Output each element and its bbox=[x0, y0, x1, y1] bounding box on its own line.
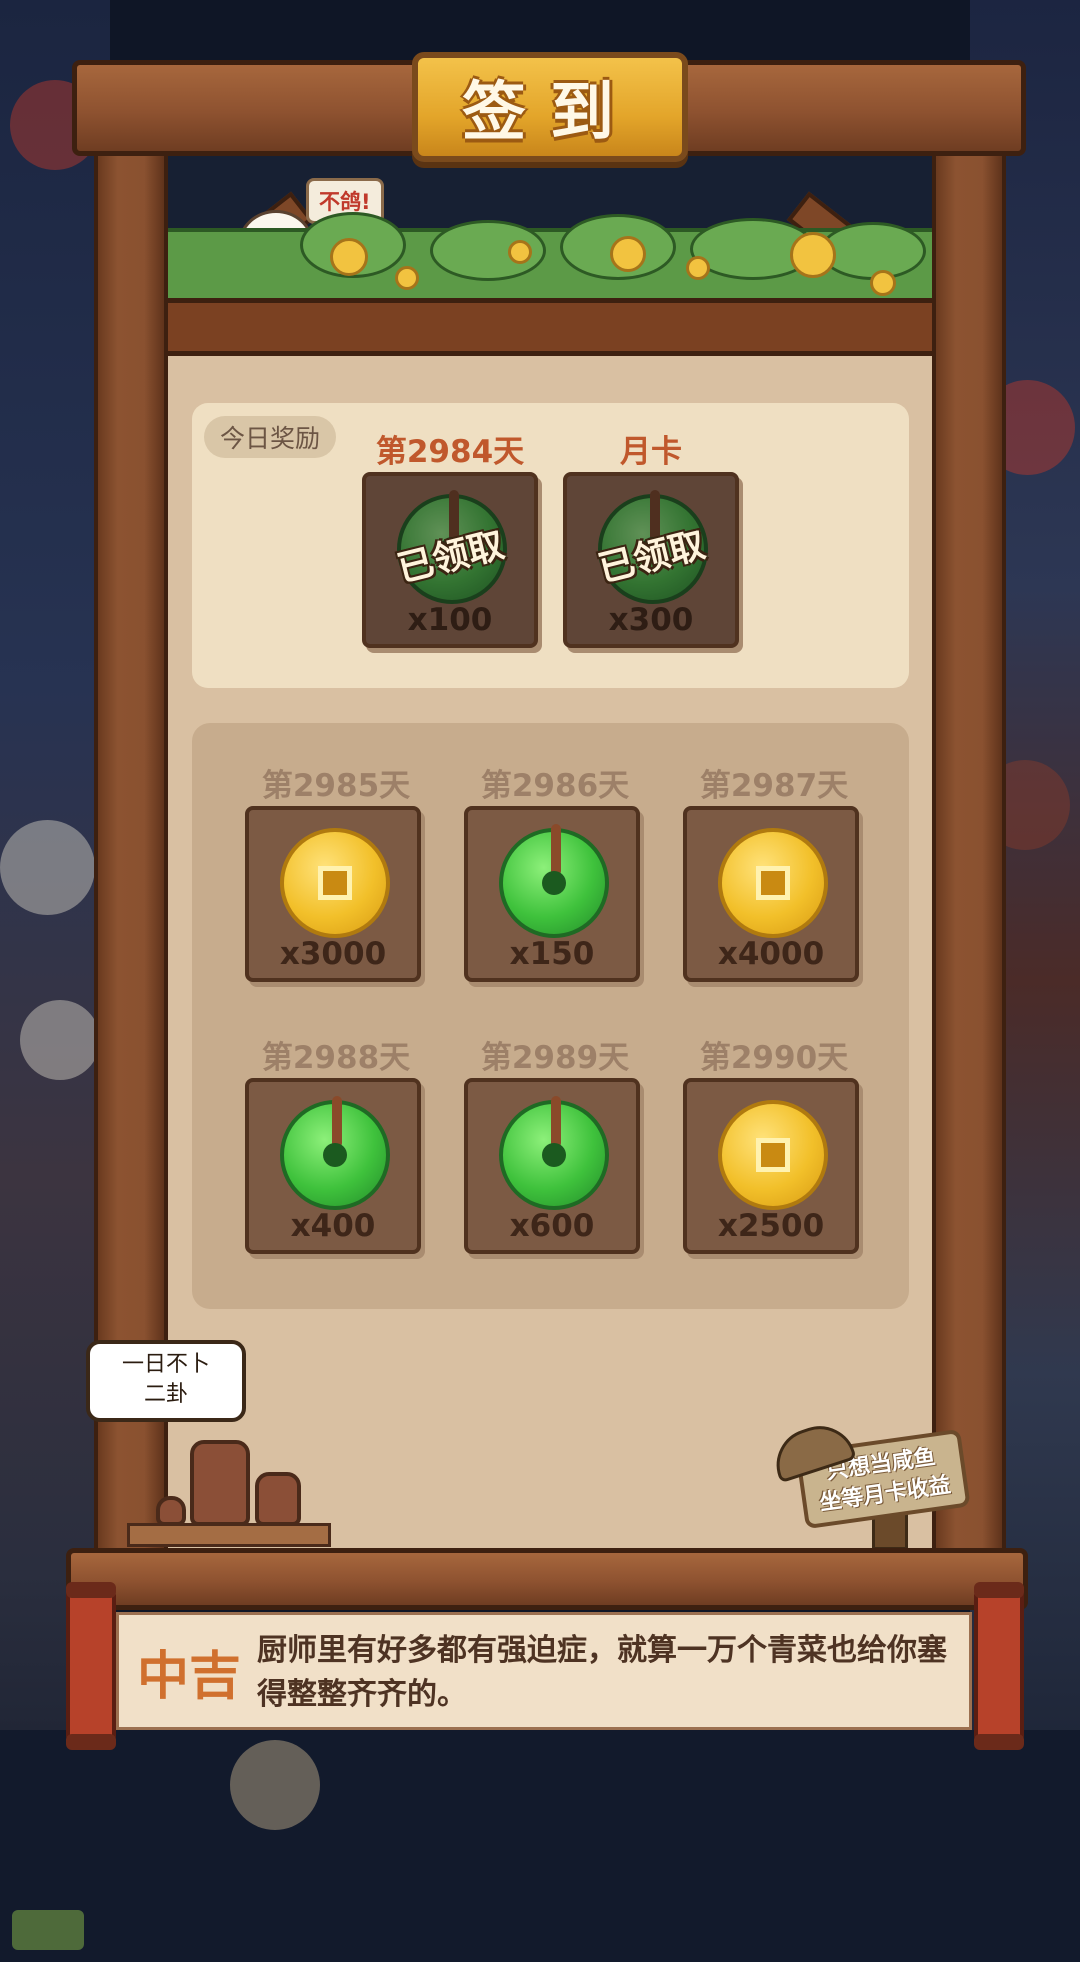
title-plate: 签到 bbox=[412, 52, 688, 162]
day-label: 第2986天 bbox=[480, 768, 630, 804]
day-reward-card[interactable]: x3000 bbox=[245, 806, 421, 982]
jade-cord bbox=[551, 824, 561, 876]
day-reward-card[interactable]: x4000 bbox=[683, 806, 859, 982]
page-title: 签到 bbox=[462, 76, 638, 150]
reward-amount: x400 bbox=[290, 1208, 376, 1244]
day-reward-card[interactable]: x600 bbox=[464, 1078, 640, 1254]
reward-amount: x2500 bbox=[717, 1208, 825, 1244]
fortune-level: 中吉 bbox=[137, 1646, 242, 1707]
jade-icon bbox=[499, 1096, 609, 1210]
jade-icon bbox=[280, 1096, 390, 1210]
coin-icon bbox=[718, 828, 828, 938]
day-reward-card[interactable]: x150 bbox=[464, 806, 640, 982]
shelf bbox=[127, 1523, 331, 1547]
monthly-card-label: 月卡 bbox=[620, 434, 682, 470]
day-label: 第2989天 bbox=[480, 1040, 630, 1076]
background-button[interactable] bbox=[12, 1910, 84, 1950]
fortune-text: 厨师里有好多都有强迫症，就算一万个青菜也给你塞得整整齐齐的。 bbox=[257, 1633, 947, 1712]
jar-icon bbox=[255, 1472, 301, 1526]
jade-hole bbox=[542, 1143, 566, 1167]
today-badge: 今日奖励 bbox=[204, 416, 337, 458]
day-label: 第2988天 bbox=[261, 1040, 411, 1076]
reward-amount: x4000 bbox=[717, 936, 825, 972]
frame-lintel bbox=[165, 298, 935, 356]
frame-bottom-beam bbox=[66, 1548, 1028, 1610]
hedge-bump bbox=[820, 222, 926, 280]
frame-post-right bbox=[932, 148, 1006, 1568]
reward-amount: x600 bbox=[509, 1208, 595, 1244]
scroll-cap-left bbox=[66, 1582, 116, 1750]
background-blob bbox=[230, 1740, 320, 1830]
fortune-banner: 中吉 厨师里有好多都有强迫症，就算一万个青菜也给你塞得整整齐齐的。 bbox=[116, 1612, 972, 1730]
day-label: 第2987天 bbox=[699, 768, 849, 804]
day-reward-card[interactable]: x2500 bbox=[683, 1078, 859, 1254]
background-scene-bottom bbox=[0, 1730, 1080, 1962]
day-label: 第2985天 bbox=[261, 768, 411, 804]
divination-line1: 一日不卜 bbox=[121, 1352, 210, 1377]
coin-hole bbox=[318, 866, 352, 900]
jade-cord bbox=[551, 1096, 561, 1148]
jade-icon bbox=[499, 824, 609, 938]
coin-icon bbox=[280, 828, 390, 938]
flower-icon bbox=[686, 256, 710, 280]
coin-hole bbox=[756, 1138, 790, 1172]
flower-icon bbox=[610, 236, 646, 272]
coin-hole bbox=[756, 866, 790, 900]
reward-amount: x100 bbox=[407, 602, 493, 638]
day-reward-card[interactable]: x400 bbox=[245, 1078, 421, 1254]
today-reward-label: 第2984天 bbox=[375, 434, 525, 470]
background-blob bbox=[20, 1000, 100, 1080]
day-label: 第2990天 bbox=[699, 1040, 849, 1076]
divination-line2: 二卦 bbox=[143, 1382, 188, 1407]
jade-hole bbox=[323, 1143, 347, 1167]
reward-amount: x300 bbox=[608, 602, 694, 638]
monthly-card-reward-card[interactable]: 已领取 x300 bbox=[563, 472, 739, 648]
background-blob bbox=[0, 820, 95, 915]
jar-icon bbox=[190, 1440, 250, 1526]
jade-cord bbox=[332, 1096, 342, 1148]
jar-icon bbox=[156, 1496, 186, 1526]
reward-amount: x150 bbox=[509, 936, 595, 972]
jade-hole bbox=[542, 871, 566, 895]
reward-amount: x3000 bbox=[279, 936, 387, 972]
today-reward-card[interactable]: 已领取 x100 bbox=[362, 472, 538, 648]
coin-icon bbox=[718, 1100, 828, 1210]
flower-icon bbox=[508, 240, 532, 264]
flower-icon bbox=[395, 266, 419, 290]
flower-icon bbox=[330, 238, 368, 276]
scroll-cap-right bbox=[974, 1582, 1024, 1750]
divination-bubble[interactable]: 一日不卜 二卦 bbox=[86, 1340, 246, 1422]
flower-icon bbox=[870, 270, 896, 296]
flower-icon bbox=[790, 232, 836, 278]
